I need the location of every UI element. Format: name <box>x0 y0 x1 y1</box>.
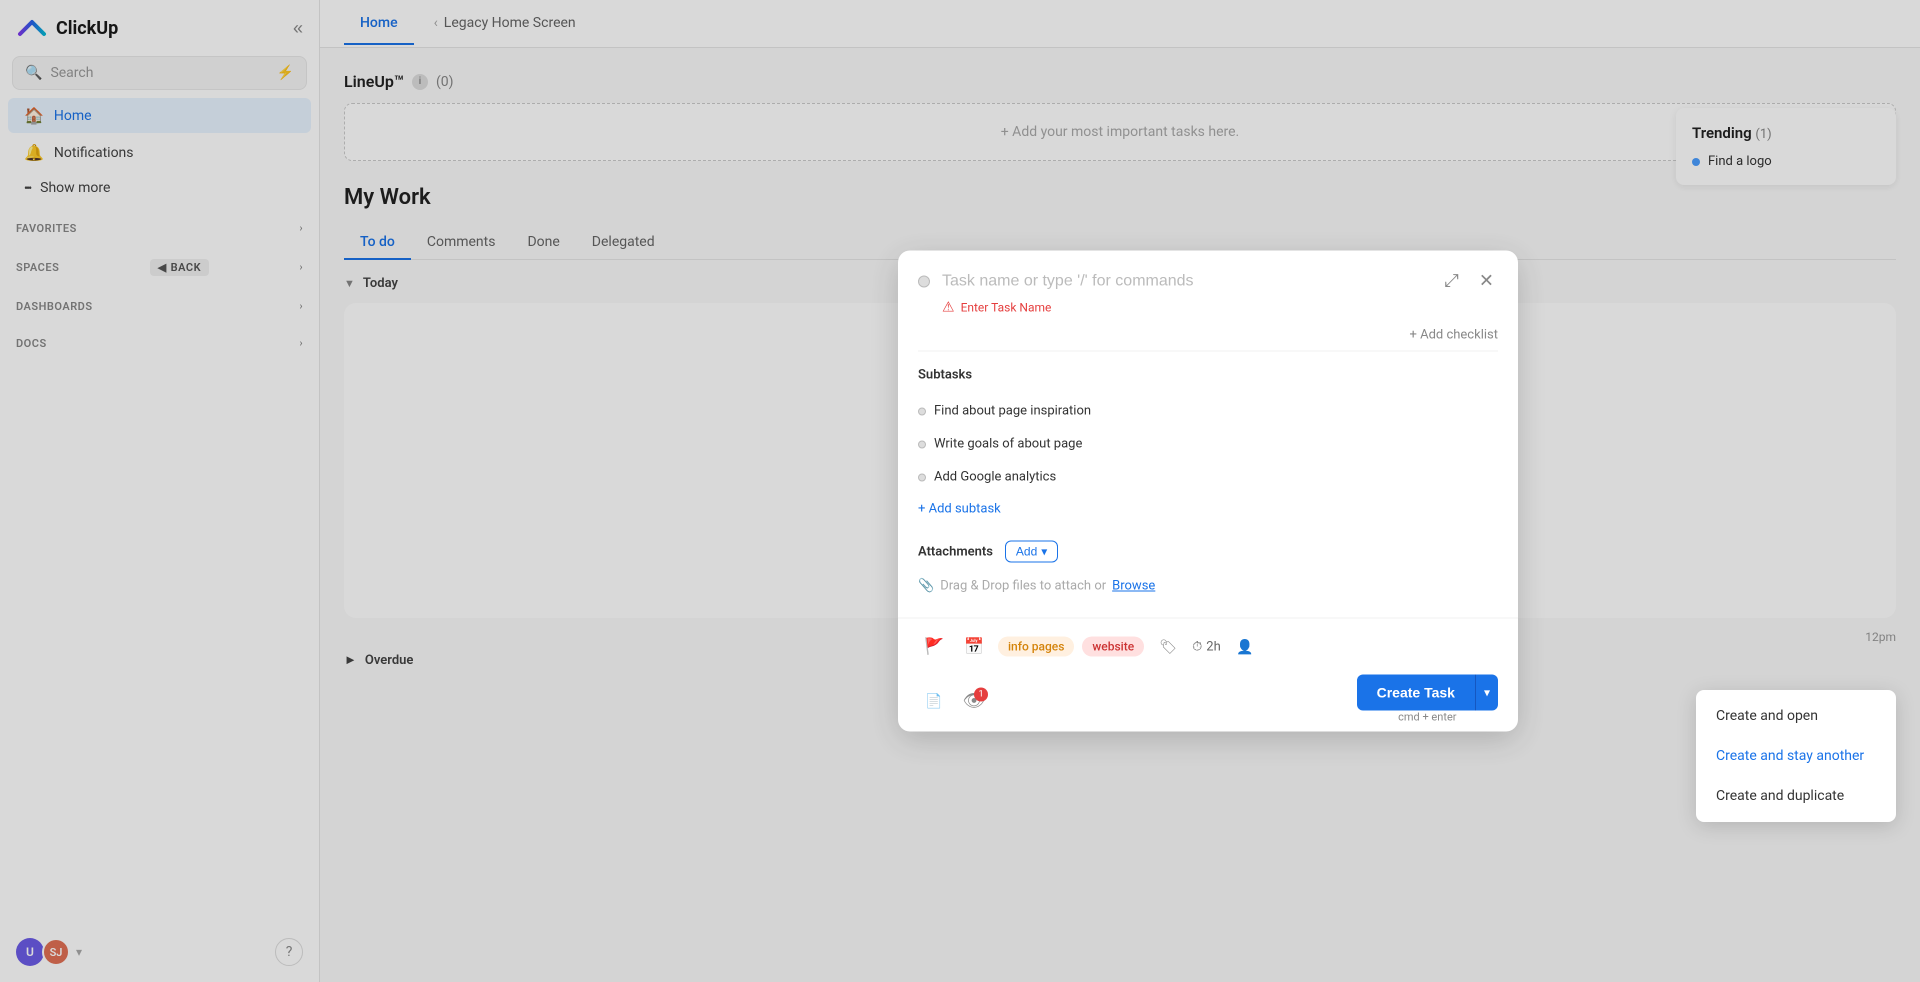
subtask-edit-button[interactable]: ✏ <box>1456 401 1472 422</box>
attachments-title: Attachments <box>918 544 993 559</box>
watcher-container: 👁 1 <box>958 685 990 717</box>
task-name-error: ⚠ Enter Task Name <box>898 296 1518 320</box>
attachment-icon: 📎 <box>918 579 934 594</box>
expand-modal-button[interactable]: ⤢ <box>1441 267 1463 296</box>
error-icon: ⚠ <box>942 300 955 316</box>
task-creation-modal: ⤢ ✕ ⚠ Enter Task Name + Add checklist Su… <box>898 251 1518 732</box>
attachments-section: Attachments Add ▾ 📎 Drag & Drop files to… <box>898 533 1518 618</box>
watcher-count-badge: 1 <box>974 687 988 701</box>
create-task-btn-group: Create Task ▾ <box>1357 675 1498 711</box>
subtask-edit-button[interactable]: ✏ <box>1456 467 1472 488</box>
subtask-delete-button[interactable]: 🗑 <box>1476 434 1498 455</box>
tag-info-pages[interactable]: info pages <box>998 637 1074 657</box>
subtask-item: Add Google analytics ✏ 🗑 <box>918 461 1498 494</box>
subtask-dot-icon <box>918 473 926 481</box>
subtask-text: Write goals of about page <box>934 437 1082 452</box>
clock-icon: ⏱ <box>1192 639 1202 654</box>
modal-header: ⤢ ✕ <box>898 251 1518 296</box>
file-drop-zone: 📎 Drag & Drop files to attach or Browse <box>918 571 1498 602</box>
modal-bottom-row: 📄 👁 1 Create Task ▾ cmd + enter <box>898 675 1518 732</box>
task-name-input[interactable] <box>942 272 1429 290</box>
keyboard-shortcut-hint: cmd + enter <box>1398 711 1456 728</box>
add-subtask-button[interactable]: + Add subtask <box>918 502 1498 517</box>
subtask-item: Find about page inspiration ✏ 🗑 <box>918 395 1498 428</box>
add-attachment-button[interactable]: Add ▾ <box>1005 541 1058 563</box>
subtask-delete-button[interactable]: 🗑 <box>1476 401 1498 422</box>
doc-button[interactable]: 📄 <box>918 685 950 717</box>
create-task-button[interactable]: Create Task <box>1357 675 1475 711</box>
subtask-text: Find about page inspiration <box>934 404 1091 419</box>
chevron-down-icon: ▾ <box>1041 545 1047 559</box>
subtask-dot-icon <box>918 440 926 448</box>
create-task-dropdown-menu: Create and open Create and stay another … <box>1696 690 1896 822</box>
assign-button[interactable]: 👤 <box>1229 631 1261 663</box>
subtask-dot-icon <box>918 407 926 415</box>
subtasks-section: Subtasks Find about page inspiration ✏ 🗑… <box>898 352 1518 533</box>
task-status-indicator <box>918 275 930 287</box>
modal-footer: 🚩 📅 info pages website 🏷 ⏱ 2h 👤 <box>898 618 1518 675</box>
subtask-text: Add Google analytics <box>934 470 1056 485</box>
subtask-delete-button[interactable]: 🗑 <box>1476 467 1498 488</box>
calendar-button[interactable]: 📅 <box>958 631 990 663</box>
tag-website[interactable]: website <box>1082 637 1144 657</box>
add-checklist-button[interactable]: + Add checklist <box>898 320 1518 351</box>
create-task-dropdown-button[interactable]: ▾ <box>1475 675 1498 711</box>
dropdown-item-create-open[interactable]: Create and open <box>1696 696 1896 736</box>
time-estimate[interactable]: ⏱ 2h <box>1192 639 1221 654</box>
browse-link[interactable]: Browse <box>1112 579 1155 594</box>
dropdown-item-create-duplicate[interactable]: Create and duplicate <box>1696 776 1896 816</box>
subtask-edit-button[interactable]: ✏ <box>1456 434 1472 455</box>
dropdown-item-create-another[interactable]: Create and stay another <box>1696 736 1896 776</box>
subtasks-title: Subtasks <box>918 368 1498 383</box>
create-task-group: Create Task ▾ cmd + enter <box>1357 675 1498 728</box>
subtask-item: Write goals of about page ✏ 🗑 <box>918 428 1498 461</box>
flag-button[interactable]: 🚩 <box>918 631 950 663</box>
tag-button[interactable]: 🏷 <box>1152 631 1184 663</box>
close-modal-button[interactable]: ✕ <box>1475 267 1498 296</box>
